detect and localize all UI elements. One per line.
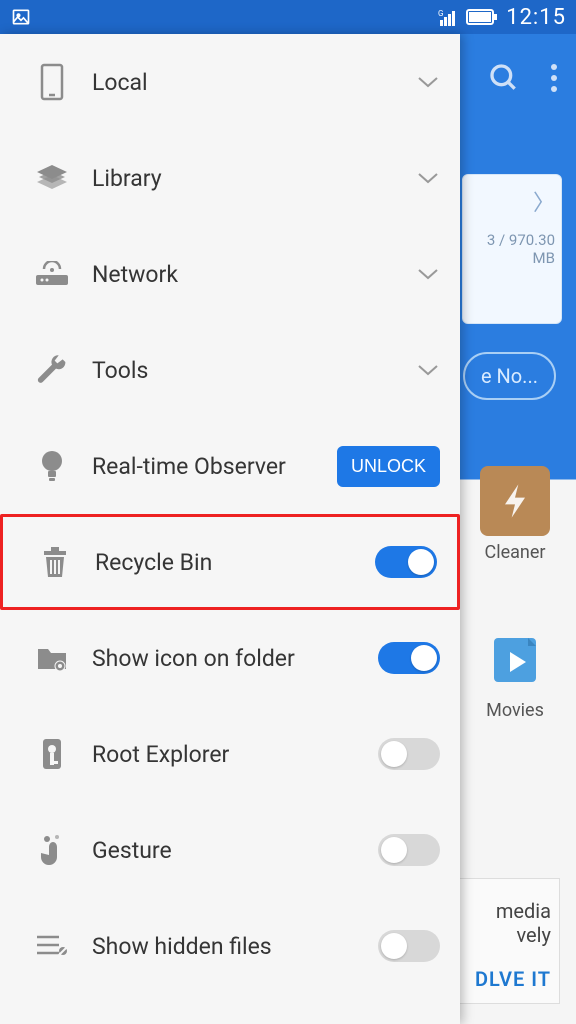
- chevron-down-icon: [416, 363, 440, 377]
- folder-eye-icon: [30, 643, 74, 673]
- status-bar: G 12:15: [0, 0, 576, 34]
- drawer-item-root-explorer[interactable]: Root Explorer: [0, 706, 460, 802]
- drawer-item-label: Real-time Observer: [74, 453, 337, 480]
- storage-size: 3 / 970.30 MB: [469, 231, 555, 267]
- search-icon[interactable]: [488, 62, 520, 94]
- drawer-item-label: Tools: [74, 357, 416, 384]
- drawer-item-show-icon[interactable]: Show icon on folder: [0, 610, 460, 706]
- nav-drawer: Local Library Network Tools: [0, 34, 460, 1024]
- router-icon: [30, 261, 74, 287]
- signal-icon: G: [438, 8, 458, 26]
- layers-icon: [30, 163, 74, 193]
- analyze-button[interactable]: e No...: [463, 352, 556, 400]
- drawer-item-network[interactable]: Network: [0, 226, 460, 322]
- gesture-toggle[interactable]: [378, 834, 440, 866]
- tile-movies[interactable]: Movies: [470, 624, 560, 721]
- tile-cleaner-label: Cleaner: [470, 542, 560, 563]
- drawer-item-label: Root Explorer: [74, 741, 378, 768]
- tile-cleaner[interactable]: Cleaner: [470, 466, 560, 563]
- storage-card[interactable]: 〉 3 / 970.30 MB: [462, 174, 562, 324]
- drawer-item-label: Show icon on folder: [74, 645, 378, 672]
- tile-movies-label: Movies: [470, 700, 560, 721]
- drawer-item-label: Library: [74, 165, 416, 192]
- chevron-down-icon: [416, 75, 440, 89]
- drawer-item-gesture[interactable]: Gesture: [0, 802, 460, 898]
- chevron-down-icon: [416, 267, 440, 281]
- drawer-item-label: Recycle Bin: [77, 549, 375, 576]
- picture-icon: [10, 7, 32, 27]
- battery-icon: [466, 8, 498, 26]
- gesture-icon: [30, 833, 74, 867]
- root-explorer-toggle[interactable]: [378, 738, 440, 770]
- chevron-right-icon: 〉: [469, 185, 555, 217]
- show-icon-toggle[interactable]: [378, 642, 440, 674]
- drawer-item-label: Local: [74, 69, 416, 96]
- media-card[interactable]: media vely DLVE IT: [450, 878, 560, 1004]
- wrench-icon: [30, 354, 74, 386]
- more-icon[interactable]: [550, 63, 558, 93]
- status-time: 12:15: [506, 5, 566, 30]
- bulb-icon: [30, 449, 74, 483]
- svg-text:G: G: [438, 9, 443, 18]
- unlock-button[interactable]: UNLOCK: [337, 446, 440, 487]
- trash-icon: [33, 545, 77, 579]
- drawer-item-label: Show hidden files: [74, 933, 378, 960]
- solve-button[interactable]: DLVE IT: [459, 967, 551, 991]
- recycle-bin-toggle[interactable]: [375, 546, 437, 578]
- key-icon: [30, 737, 74, 771]
- drawer-item-tools[interactable]: Tools: [0, 322, 460, 418]
- drawer-item-local[interactable]: Local: [0, 34, 460, 130]
- phone-icon: [30, 63, 74, 101]
- chevron-down-icon: [416, 171, 440, 185]
- drawer-item-label: Network: [74, 261, 416, 288]
- drawer-item-library[interactable]: Library: [0, 130, 460, 226]
- hidden-files-toggle[interactable]: [378, 930, 440, 962]
- hidden-icon: [30, 933, 74, 959]
- drawer-item-observer[interactable]: Real-time Observer UNLOCK: [0, 418, 460, 514]
- drawer-item-recycle-bin[interactable]: Recycle Bin: [0, 514, 460, 610]
- drawer-item-hidden-files[interactable]: Show hidden files: [0, 898, 460, 994]
- drawer-item-label: Gesture: [74, 837, 378, 864]
